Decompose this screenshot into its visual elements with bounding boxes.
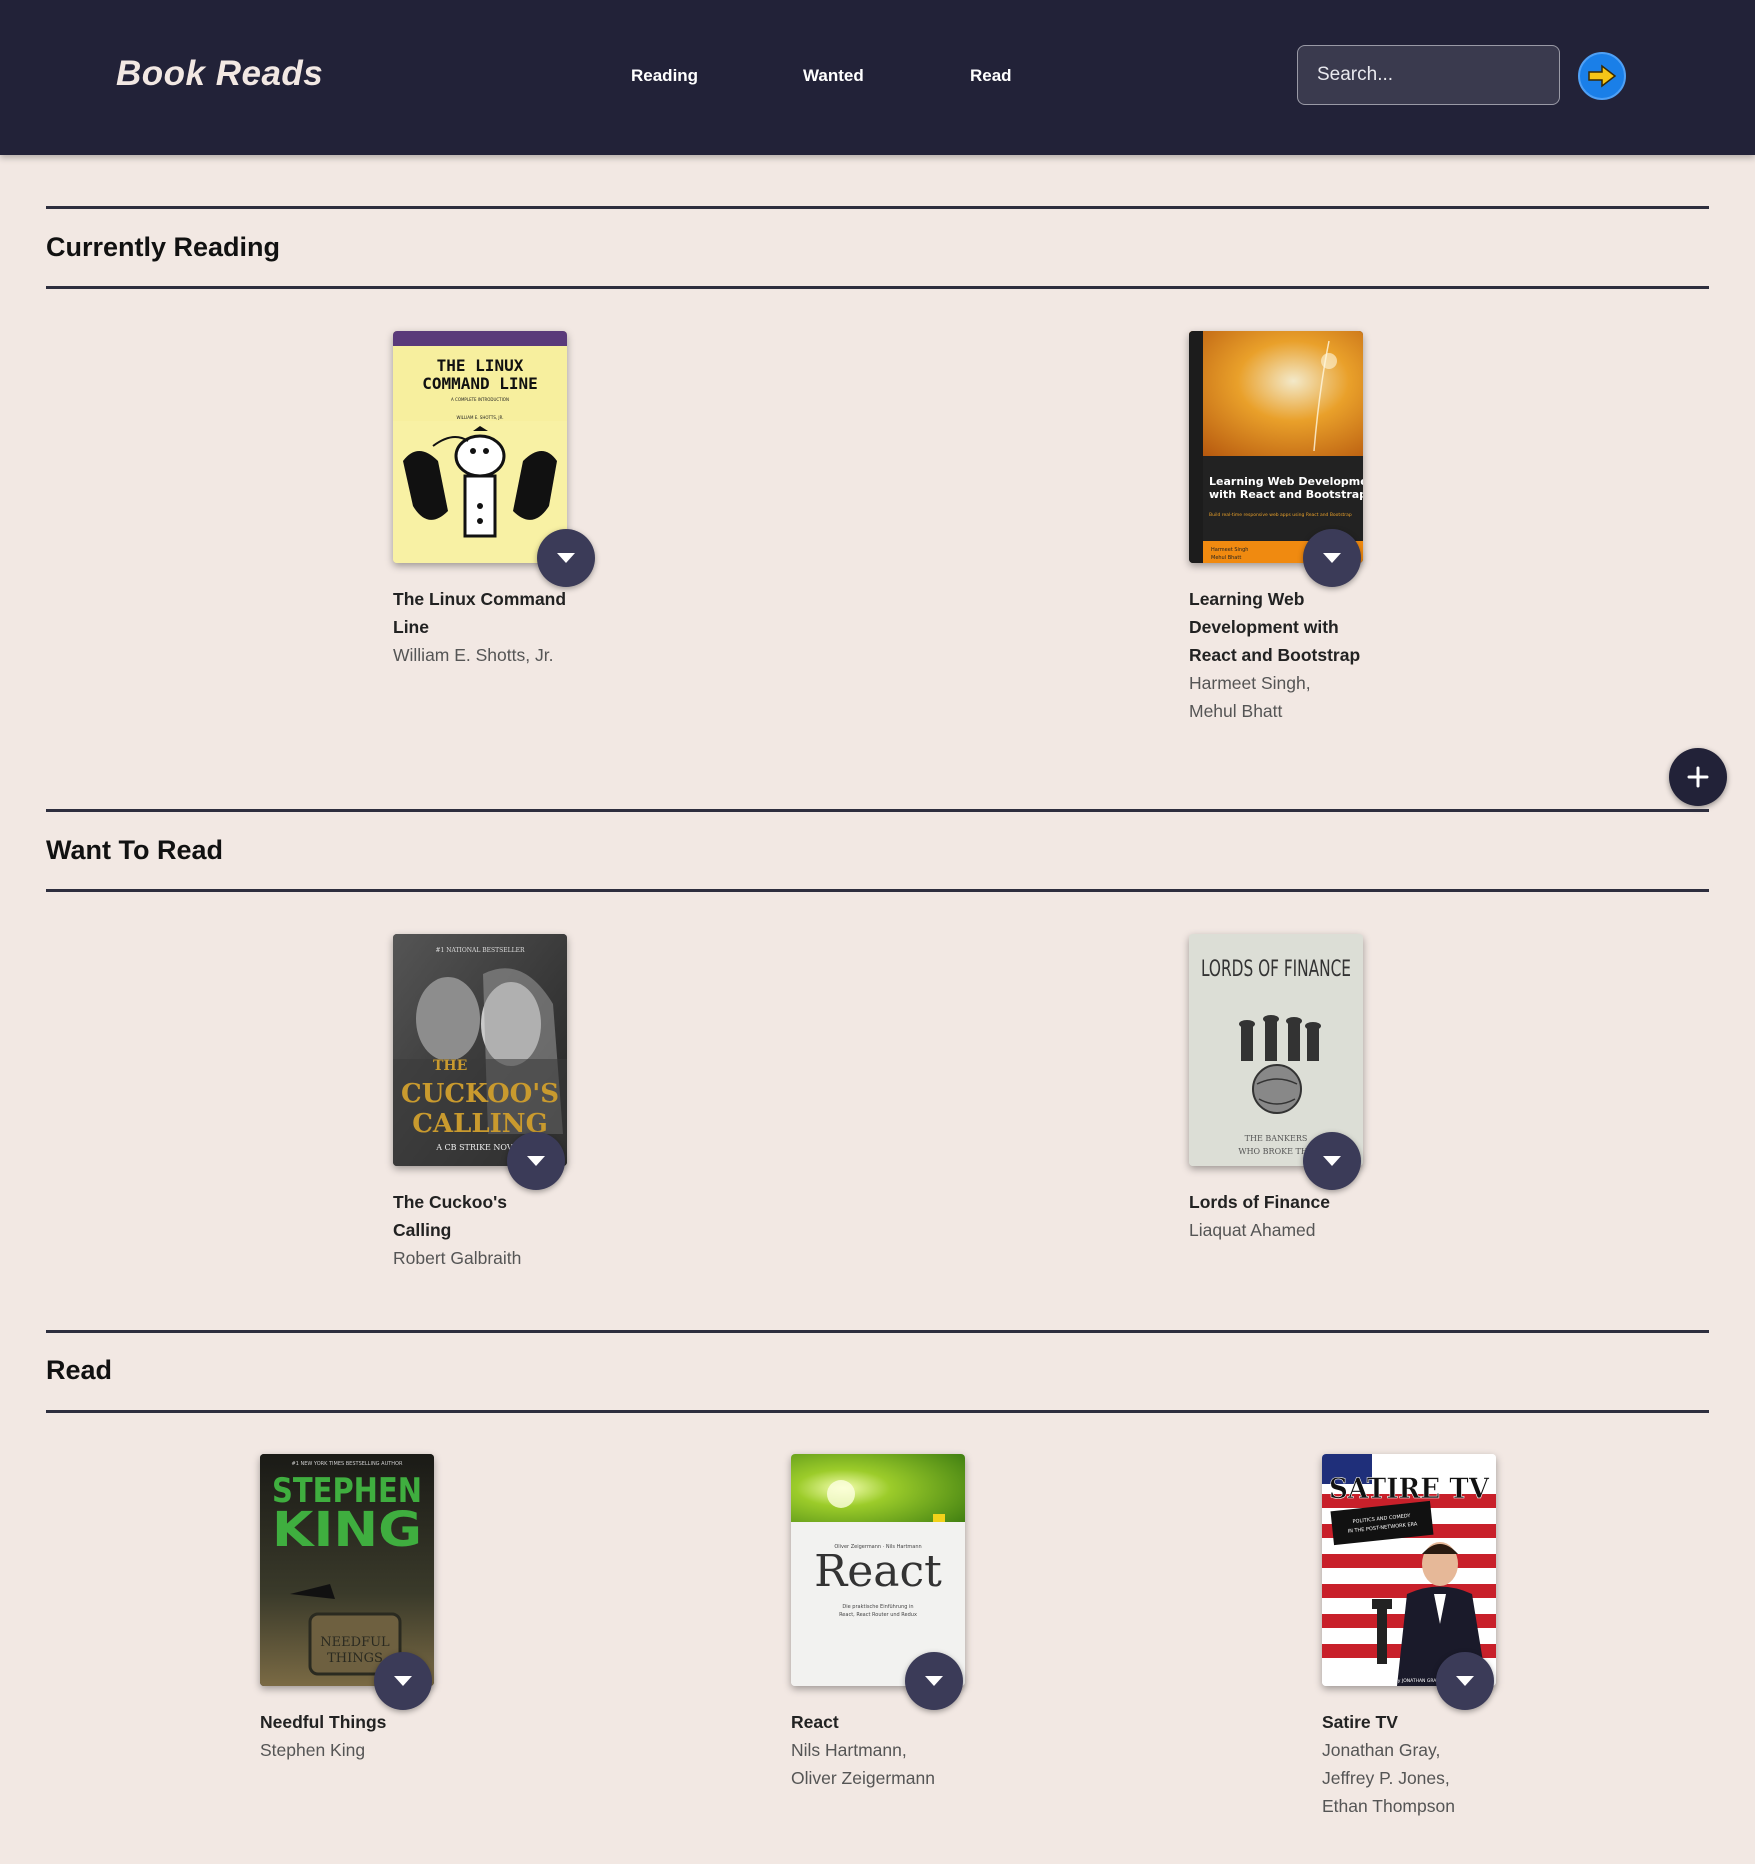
svg-text:NEEDFUL: NEEDFUL: [320, 1635, 390, 1650]
svg-text:edited by JONATHAN GRAY: edited by JONATHAN GRAY: [1379, 1678, 1439, 1684]
caret-down-icon: [557, 553, 575, 563]
section-title-read: Read: [46, 1355, 113, 1385]
shelf-changer-button[interactable]: [1436, 1652, 1494, 1710]
svg-text:React, React Router und Redux: React, React Router und Redux: [839, 1612, 917, 1618]
book-card: Learning Web Development with React and …: [1189, 331, 1365, 725]
book-cover[interactable]: LORDS OF FINANCE THE BANKERS WHO BROKE T…: [1189, 934, 1363, 1166]
svg-text:THE BANKERS: THE BANKERS: [1245, 1134, 1308, 1143]
book-card: THE LINUX COMMAND LINE A COMPLETE INTROD…: [393, 331, 595, 669]
app-header: Book Reads Reading Wanted Read: [0, 0, 1755, 155]
react-bootstrap-cover-art: Learning Web Development with React and …: [1189, 331, 1363, 563]
book-author: Oliver Zeigermann: [791, 1768, 935, 1788]
book-author: Liaquat Ahamed: [1189, 1220, 1316, 1240]
plus-icon: [1687, 766, 1709, 788]
book-title: Satire TV: [1322, 1712, 1398, 1732]
shelf-changer-button[interactable]: [507, 1132, 565, 1190]
book-author: Harmeet Singh,: [1189, 673, 1311, 693]
svg-text:A COMPLETE INTRODUCTION: A COMPLETE INTRODUCTION: [451, 397, 509, 402]
svg-text:WHO BROKE THE: WHO BROKE THE: [1238, 1147, 1313, 1156]
svg-text:THE LINUX: THE LINUX: [437, 356, 524, 375]
section-title-want-to-read: Want To Read: [46, 835, 223, 865]
book-cover[interactable]: Learning Web Development with React and …: [1189, 331, 1363, 563]
lords-of-finance-cover-art: LORDS OF FINANCE THE BANKERS WHO BROKE T…: [1189, 934, 1363, 1166]
svg-text:#1 NEW YORK TIMES BESTSELLING: #1 NEW YORK TIMES BESTSELLING AUTHOR: [292, 1461, 403, 1467]
svg-text:WILLIAM E. SHOTTS, JR.: WILLIAM E. SHOTTS, JR.: [457, 415, 504, 420]
cuckoo-cover-art: #1 NATIONAL BESTSELLER THE CUCKOO'S CALL…: [393, 934, 567, 1166]
svg-text:Harmeet Singh: Harmeet Singh: [1211, 547, 1248, 553]
book-cover[interactable]: #1 NATIONAL BESTSELLER THE CUCKOO'S CALL…: [393, 934, 567, 1166]
arrow-right-icon: [1588, 64, 1617, 88]
svg-text:CUCKOO'S: CUCKOO'S: [401, 1079, 559, 1109]
book-author: Jeffrey P. Jones,: [1322, 1768, 1450, 1788]
svg-text:SATIRE TV: SATIRE TV: [1329, 1472, 1490, 1505]
svg-text:KING: KING: [272, 1502, 422, 1558]
book-author: Robert Galbraith: [393, 1248, 522, 1268]
book-author: Jonathan Gray,: [1322, 1740, 1441, 1760]
nav-link-wanted[interactable]: Wanted: [803, 66, 864, 86]
book-author: Stephen King: [260, 1740, 366, 1760]
book-author: William E. Shotts, Jr.: [393, 645, 554, 665]
linux-cover-art: THE LINUX COMMAND LINE A COMPLETE INTROD…: [393, 331, 567, 563]
svg-text:THE: THE: [433, 1058, 467, 1074]
section-divider: [46, 1410, 1709, 1413]
book-title: Lords of Finance: [1189, 1192, 1330, 1212]
shelf-changer-button[interactable]: [374, 1652, 432, 1710]
svg-text:Learning Web Development: Learning Web Development: [1209, 475, 1363, 488]
book-author: Mehul Bhatt: [1189, 701, 1283, 721]
react-cover-art: Oliver Zeigermann · Nils Hartmann React …: [791, 1454, 965, 1686]
svg-text:#1 NATIONAL BESTSELLER: #1 NATIONAL BESTSELLER: [435, 947, 525, 954]
svg-text:Mehul Bhatt: Mehul Bhatt: [1211, 555, 1241, 561]
book-cover[interactable]: Oliver Zeigermann · Nils Hartmann React …: [791, 1454, 965, 1686]
section-divider: [46, 286, 1709, 289]
satire-tv-cover-art: SATIRE TV POLITICS AND COMEDY IN THE POS…: [1322, 1454, 1496, 1686]
book-author: Nils Hartmann,: [791, 1740, 907, 1760]
book-title: Needful Things: [260, 1712, 387, 1732]
book-title: React: [791, 1712, 839, 1732]
caret-down-icon: [394, 1676, 412, 1686]
svg-text:Die praktische Einführung in: Die praktische Einführung in: [842, 1604, 913, 1610]
section-title-currently-reading: Currently Reading: [46, 232, 281, 262]
search-button[interactable]: [1578, 52, 1626, 100]
shelf-changer-button[interactable]: [1303, 1132, 1361, 1190]
search-input[interactable]: [1297, 45, 1560, 105]
caret-down-icon: [925, 1676, 943, 1686]
book-cover[interactable]: SATIRE TV POLITICS AND COMEDY IN THE POS…: [1322, 1454, 1496, 1686]
svg-text:React: React: [814, 1546, 942, 1597]
book-card: #1 NATIONAL BESTSELLER THE CUCKOO'S CALL…: [393, 934, 569, 1272]
book-card: #1 NEW YORK TIMES BESTSELLING AUTHOR STE…: [260, 1454, 436, 1764]
book-title: The Cuckoo's Calling: [393, 1192, 508, 1240]
book-card: SATIRE TV POLITICS AND COMEDY IN THE POS…: [1322, 1454, 1498, 1820]
shelf-changer-button[interactable]: [537, 529, 595, 587]
svg-text:COMMAND LINE: COMMAND LINE: [422, 374, 538, 393]
shelf-changer-button[interactable]: [905, 1652, 963, 1710]
section-divider: [46, 809, 1709, 812]
book-title: Learning Web Development with React and …: [1189, 589, 1361, 665]
section-divider: [46, 889, 1709, 892]
book-card: LORDS OF FINANCE THE BANKERS WHO BROKE T…: [1189, 934, 1365, 1244]
brand-title: Book Reads: [116, 54, 324, 93]
caret-down-icon: [1323, 1156, 1341, 1166]
book-title: The Linux Command Line: [393, 589, 567, 637]
caret-down-icon: [527, 1156, 545, 1166]
svg-text:Build real-time responsive web: Build real-time responsive web apps usin…: [1209, 512, 1352, 518]
caret-down-icon: [1456, 1676, 1474, 1686]
book-author: Ethan Thompson: [1322, 1796, 1455, 1816]
svg-text:LORDS OF FINANCE: LORDS OF FINANCE: [1201, 957, 1351, 982]
svg-text:with React and Bootstrap: with React and Bootstrap: [1209, 488, 1363, 501]
nav-link-read[interactable]: Read: [970, 66, 1012, 86]
nav-link-reading[interactable]: Reading: [631, 66, 698, 86]
caret-down-icon: [1323, 553, 1341, 563]
svg-text:THINGS: THINGS: [327, 1651, 383, 1666]
shelf-changer-button[interactable]: [1303, 529, 1361, 587]
section-divider: [46, 1330, 1709, 1333]
book-cover[interactable]: #1 NEW YORK TIMES BESTSELLING AUTHOR STE…: [260, 1454, 434, 1686]
add-book-button[interactable]: [1669, 748, 1727, 806]
book-card: Oliver Zeigermann · Nils Hartmann React …: [791, 1454, 967, 1792]
needful-things-cover-art: #1 NEW YORK TIMES BESTSELLING AUTHOR STE…: [260, 1454, 434, 1686]
section-divider: [46, 206, 1709, 209]
book-cover[interactable]: THE LINUX COMMAND LINE A COMPLETE INTROD…: [393, 331, 567, 563]
